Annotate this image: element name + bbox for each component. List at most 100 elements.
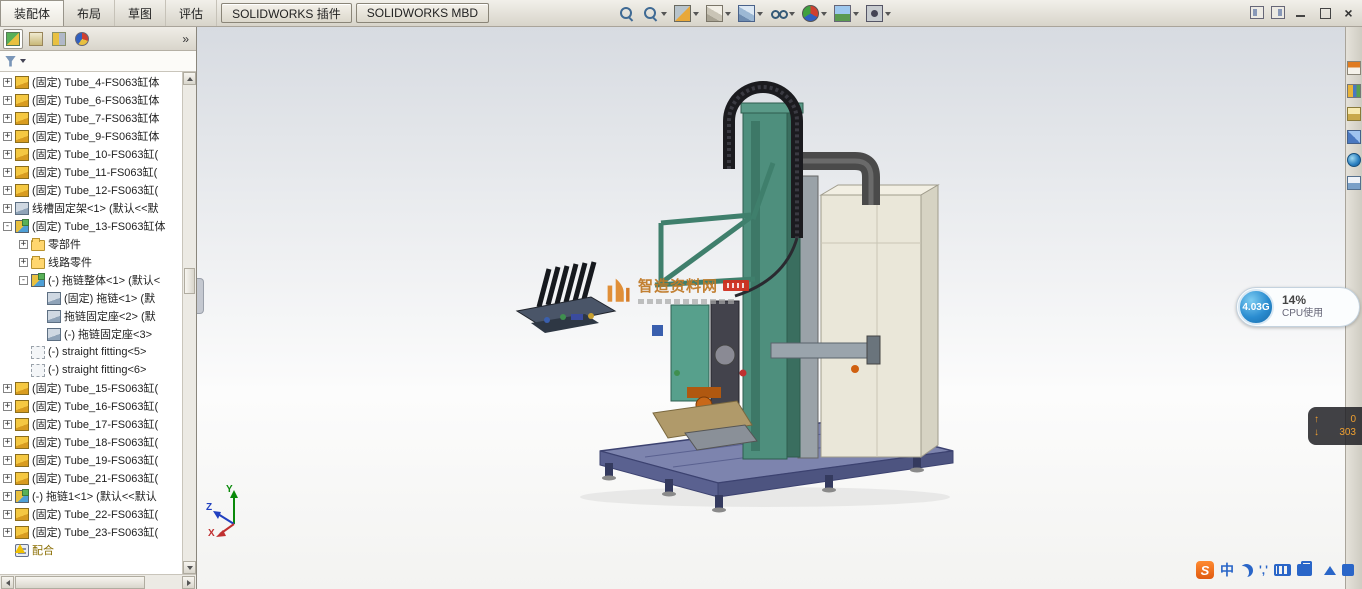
tree-expander[interactable]: +: [3, 510, 12, 519]
tree-item[interactable]: + (-) 拖链1<1> (默认<<默认: [0, 487, 182, 505]
custom-properties-icon[interactable]: [1347, 176, 1361, 190]
collapse-right-pane-button[interactable]: [1271, 6, 1285, 19]
tree-item[interactable]: (-) straight fitting<6>: [0, 361, 182, 379]
tree-item[interactable]: + (固定) Tube_23-FS063缸(: [0, 523, 182, 541]
featuremanager-tab[interactable]: [3, 29, 23, 49]
command-tab[interactable]: 布局: [64, 0, 115, 26]
tree-horizontal-scrollbar[interactable]: [0, 574, 196, 589]
view-orientation-icon[interactable]: [704, 4, 733, 23]
tree-expander[interactable]: +: [3, 204, 12, 213]
tree-item[interactable]: + (固定) Tube_4-FS063缸体: [0, 73, 182, 91]
view-settings-icon[interactable]: [864, 4, 893, 23]
hide-show-items-icon[interactable]: [768, 4, 797, 23]
ime-mode-indicator[interactable]: 中: [1220, 560, 1234, 580]
scroll-left-button[interactable]: [1, 576, 14, 589]
command-tab[interactable]: 评估: [166, 0, 217, 26]
tree-item[interactable]: + (固定) Tube_6-FS063缸体: [0, 91, 182, 109]
sogou-logo-icon[interactable]: S: [1196, 561, 1214, 579]
tree-item[interactable]: + (固定) Tube_12-FS063缸(: [0, 181, 182, 199]
tree-item[interactable]: + (固定) Tube_22-FS063缸(: [0, 505, 182, 523]
minimize-button[interactable]: [1292, 5, 1309, 20]
tree-item[interactable]: (固定) 拖链<1> (默: [0, 289, 182, 307]
ime-keyboard-icon[interactable]: [1274, 564, 1291, 576]
tree-expander[interactable]: +: [3, 402, 12, 411]
tree-expander[interactable]: +: [3, 438, 12, 447]
tree-item[interactable]: + 线槽固定架<1> (默认<<默: [0, 199, 182, 217]
tray-square-icon[interactable]: [1342, 564, 1354, 576]
view-palette-icon[interactable]: [1347, 130, 1361, 144]
tree-item[interactable]: 拖链固定座<2> (默: [0, 307, 182, 325]
tree-expander[interactable]: +: [19, 258, 28, 267]
ime-moon-icon[interactable]: [1240, 564, 1253, 577]
tree-expander[interactable]: +: [3, 150, 12, 159]
zoom-area-icon[interactable]: [640, 4, 669, 23]
panel-splitter-handle[interactable]: [197, 278, 204, 314]
display-style-icon[interactable]: [736, 4, 765, 23]
panel-overflow-chevron[interactable]: »: [182, 32, 193, 46]
tree-item[interactable]: + (固定) Tube_10-FS063缸(: [0, 145, 182, 163]
command-tab[interactable]: SOLIDWORKS 插件: [221, 3, 352, 23]
propertymanager-tab[interactable]: [26, 29, 46, 49]
tree-item[interactable]: + (固定) Tube_15-FS063缸(: [0, 379, 182, 397]
tree-expander[interactable]: +: [3, 456, 12, 465]
tree-item[interactable]: (-) straight fitting<5>: [0, 343, 182, 361]
tree-item[interactable]: (-) 拖链固定座<3>: [0, 325, 182, 343]
tree-item[interactable]: + (固定) Tube_17-FS063缸(: [0, 415, 182, 433]
tree-expander[interactable]: +: [3, 132, 12, 141]
file-explorer-icon[interactable]: [1347, 107, 1361, 121]
collapse-left-pane-button[interactable]: [1250, 6, 1264, 19]
feature-tree-filter-bar[interactable]: [0, 51, 196, 72]
ime-toolbox-icon[interactable]: [1297, 564, 1312, 576]
tree-item[interactable]: + (固定) Tube_9-FS063缸体: [0, 127, 182, 145]
tree-expander[interactable]: +: [3, 168, 12, 177]
tray-show-hidden-icons-button[interactable]: [1324, 566, 1336, 575]
command-tab[interactable]: 草图: [115, 0, 166, 26]
tree-expander[interactable]: +: [19, 240, 28, 249]
task-pane-home-icon[interactable]: [1347, 61, 1361, 75]
tree-item[interactable]: + 零部件: [0, 235, 182, 253]
tree-vertical-scrollbar[interactable]: [182, 72, 196, 574]
tree-expander[interactable]: +: [3, 474, 12, 483]
network-speed-widget[interactable]: ↑ 0 ↓ 303: [1308, 407, 1362, 445]
tree-expander[interactable]: +: [3, 384, 12, 393]
section-view-icon[interactable]: [672, 4, 701, 23]
edit-appearance-icon[interactable]: [800, 4, 829, 23]
scrollbar-thumb[interactable]: [184, 268, 195, 294]
maximize-button[interactable]: [1316, 5, 1333, 20]
tree-expander[interactable]: +: [3, 186, 12, 195]
close-button[interactable]: ×: [1340, 5, 1357, 20]
command-tab[interactable]: 装配体: [0, 0, 64, 26]
tree-expander[interactable]: +: [3, 96, 12, 105]
zoom-fit-icon[interactable]: [616, 4, 637, 23]
scroll-right-button[interactable]: [182, 576, 195, 589]
scroll-up-button[interactable]: [183, 72, 196, 85]
tree-expander[interactable]: +: [3, 420, 12, 429]
tree-item[interactable]: + (固定) Tube_7-FS063缸体: [0, 109, 182, 127]
scrollbar-thumb[interactable]: [15, 576, 145, 589]
filter-dropdown-arrow-icon[interactable]: [20, 59, 26, 63]
tree-expander[interactable]: -: [19, 276, 28, 285]
tree-item[interactable]: + (固定) Tube_11-FS063缸(: [0, 163, 182, 181]
tree-item[interactable]: 配合: [0, 541, 182, 559]
tree-item[interactable]: + (固定) Tube_16-FS063缸(: [0, 397, 182, 415]
tree-item[interactable]: + (固定) Tube_18-FS063缸(: [0, 433, 182, 451]
tree-item[interactable]: + (固定) Tube_21-FS063缸(: [0, 469, 182, 487]
design-library-icon[interactable]: [1347, 84, 1361, 98]
tree-item[interactable]: - (固定) Tube_13-FS063缸体: [0, 217, 182, 235]
configurationmanager-tab[interactable]: [49, 29, 69, 49]
tree-expander[interactable]: +: [3, 528, 12, 537]
displaymanager-tab[interactable]: [72, 29, 92, 49]
tree-expander[interactable]: -: [3, 222, 12, 231]
tree-item[interactable]: - (-) 拖链整体<1> (默认<: [0, 271, 182, 289]
command-tab[interactable]: SOLIDWORKS MBD: [356, 3, 489, 23]
scroll-down-button[interactable]: [183, 561, 196, 574]
tree-item[interactable]: + 线路零件: [0, 253, 182, 271]
tree-expander[interactable]: +: [3, 114, 12, 123]
ime-punctuation-icon[interactable]: ',': [1259, 563, 1268, 577]
tree-item[interactable]: + (固定) Tube_19-FS063缸(: [0, 451, 182, 469]
tree-expander[interactable]: +: [3, 492, 12, 501]
appearances-icon[interactable]: [1347, 153, 1361, 167]
tree-expander[interactable]: +: [3, 78, 12, 87]
cpu-usage-widget[interactable]: 4.03G 14% CPU使用: [1236, 287, 1360, 327]
apply-scene-icon[interactable]: [832, 4, 861, 23]
